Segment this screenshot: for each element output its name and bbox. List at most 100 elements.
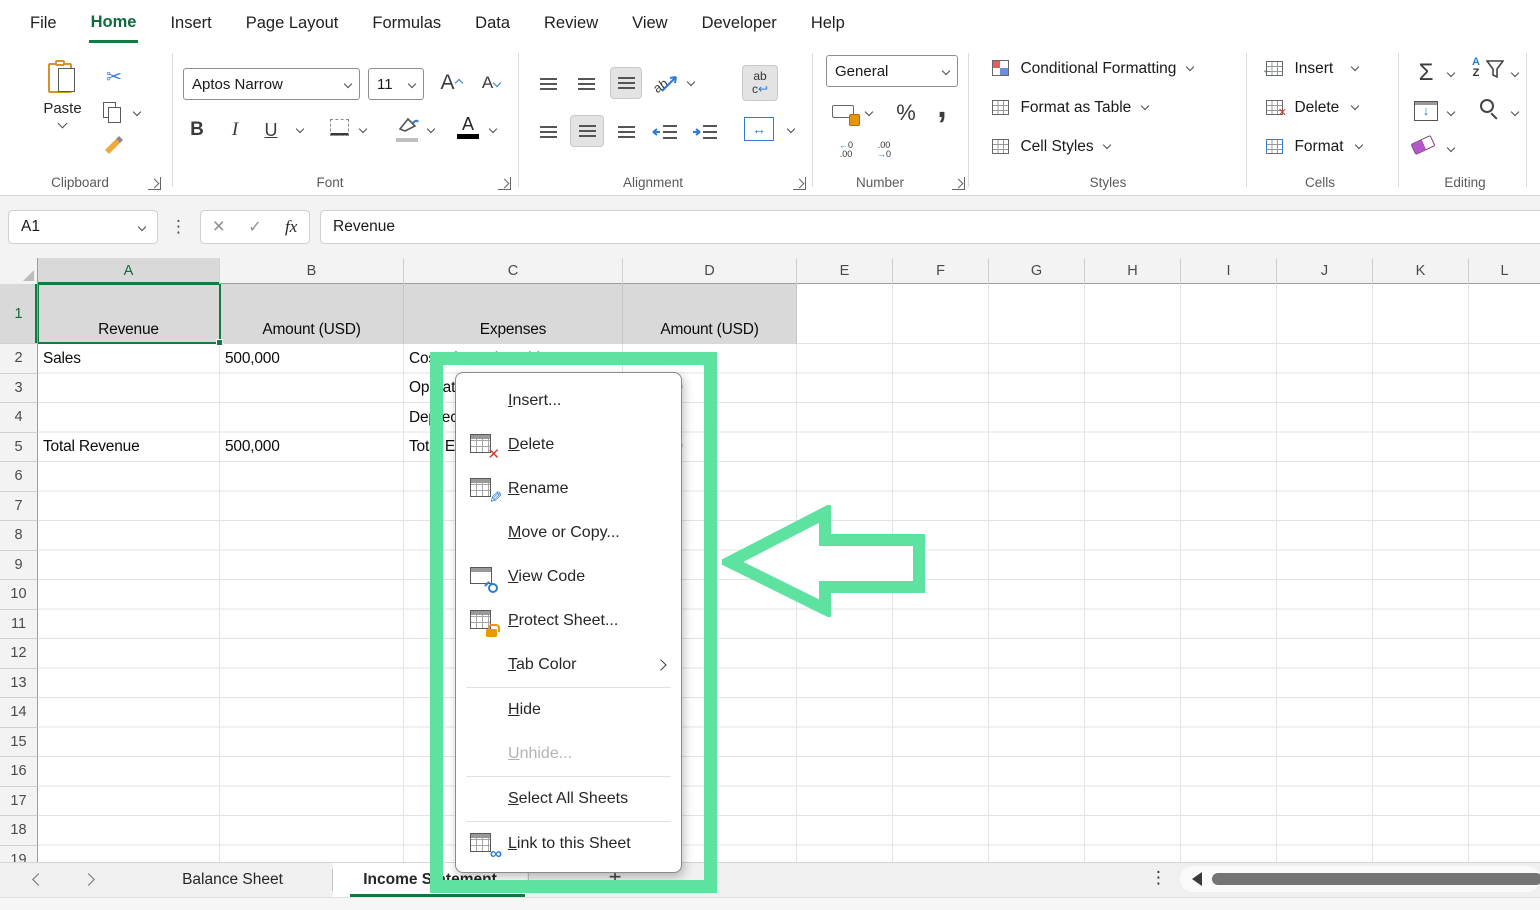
clipboard-dialog-launcher[interactable]: [148, 177, 161, 190]
font-dialog-launcher[interactable]: [498, 177, 511, 190]
row-header-2[interactable]: 2: [0, 344, 38, 374]
alignment-dialog-launcher[interactable]: [793, 177, 806, 190]
percent-style-icon[interactable]: %: [892, 99, 920, 127]
tab-home[interactable]: Home: [89, 3, 139, 43]
menu-item-view-code[interactable]: View Code: [456, 555, 681, 599]
bottom-align-icon[interactable]: [610, 67, 642, 99]
tab-view[interactable]: View: [630, 4, 669, 41]
format-as-table-button[interactable]: Format as Table: [992, 99, 1148, 120]
row-header-6[interactable]: 6: [0, 462, 38, 492]
tab-file[interactable]: File: [28, 4, 59, 41]
enter-icon[interactable]: ✓: [248, 217, 261, 237]
clear-dropdown[interactable]: [1447, 144, 1455, 152]
orientation-icon[interactable]: ab: [652, 69, 682, 97]
increase-decimal-icon[interactable]: ←←00.00: [832, 141, 860, 159]
fill-color-dropdown[interactable]: [427, 125, 435, 133]
scroll-left-icon[interactable]: [1192, 872, 1202, 886]
top-align-icon[interactable]: [534, 71, 562, 97]
decrease-indent-icon[interactable]: [650, 119, 680, 145]
cancel-icon[interactable]: ×: [213, 217, 225, 237]
prev-sheet-icon[interactable]: [32, 873, 45, 886]
paste-dropdown[interactable]: [58, 119, 68, 129]
align-right-icon[interactable]: [612, 119, 640, 145]
next-sheet-icon[interactable]: [82, 873, 95, 886]
row-header-4[interactable]: 4: [0, 403, 38, 433]
format-cells-button[interactable]: Format: [1266, 138, 1362, 156]
sheet-tab-balance-sheet[interactable]: Balance Sheet: [135, 863, 330, 897]
tab-page-layout[interactable]: Page Layout: [244, 4, 341, 41]
row-header-17[interactable]: 17: [0, 787, 38, 817]
borders-dropdown[interactable]: [359, 125, 367, 133]
fill-dropdown[interactable]: [1447, 108, 1455, 116]
cell-A2[interactable]: Sales: [38, 344, 220, 374]
find-select-dropdown[interactable]: [1511, 108, 1519, 116]
menu-item-delete[interactable]: ✕ Delete: [456, 423, 681, 467]
tab-data[interactable]: Data: [473, 4, 512, 41]
horizontal-scrollbar[interactable]: [1180, 866, 1540, 892]
name-box[interactable]: A1: [8, 210, 158, 244]
align-left-icon[interactable]: [534, 119, 562, 145]
fill-color-icon[interactable]: [396, 117, 420, 139]
center-icon[interactable]: [570, 115, 604, 147]
cell-D1[interactable]: Amount (USD): [623, 284, 797, 344]
column-header-G[interactable]: G: [989, 258, 1085, 284]
decrease-decimal-icon[interactable]: .00→0: [870, 141, 898, 159]
autosum-icon[interactable]: Σ: [1412, 59, 1440, 87]
formula-input[interactable]: Revenue: [320, 210, 1540, 244]
underline-dropdown[interactable]: [296, 125, 304, 133]
menu-item-hide[interactable]: Hide: [456, 688, 681, 732]
italic-button[interactable]: I: [223, 117, 247, 143]
row-header-15[interactable]: 15: [0, 728, 38, 758]
menu-item-select-all-sheets[interactable]: Select All Sheets: [456, 777, 681, 821]
column-header-D[interactable]: D: [623, 258, 797, 284]
tab-insert[interactable]: Insert: [168, 4, 213, 41]
cell-D2[interactable]: 200,000: [623, 344, 797, 374]
font-color-icon[interactable]: A: [456, 115, 480, 139]
insert-cells-button[interactable]: ← Insert: [1266, 60, 1358, 78]
middle-align-icon[interactable]: [572, 71, 600, 97]
cell-A5[interactable]: Total Revenue: [38, 433, 220, 463]
paste-button[interactable]: Paste: [35, 60, 90, 135]
row-header-10[interactable]: 10: [0, 580, 38, 610]
number-format-combo[interactable]: General: [826, 55, 958, 87]
column-header-J[interactable]: J: [1277, 258, 1373, 284]
increase-indent-icon[interactable]: [690, 119, 720, 145]
row-header-16[interactable]: 16: [0, 757, 38, 787]
font-name-combo[interactable]: Aptos Narrow: [183, 68, 360, 100]
font-size-combo[interactable]: 11: [368, 68, 424, 100]
column-header-I[interactable]: I: [1181, 258, 1277, 284]
row-header-14[interactable]: 14: [0, 698, 38, 728]
merge-center-dropdown[interactable]: [787, 125, 795, 133]
delete-cells-button[interactable]: ✕ Delete: [1266, 99, 1358, 117]
increase-font-icon[interactable]: A: [436, 69, 466, 97]
tab-developer[interactable]: Developer: [700, 4, 779, 41]
cell-B1[interactable]: Amount (USD): [220, 284, 404, 344]
column-header-H[interactable]: H: [1085, 258, 1181, 284]
row-header-11[interactable]: 11: [0, 610, 38, 640]
cell-styles-button[interactable]: Cell Styles: [992, 138, 1110, 159]
decrease-font-icon[interactable]: A: [476, 69, 506, 97]
fill-down-icon[interactable]: ↓: [1414, 101, 1438, 121]
row-header-12[interactable]: 12: [0, 639, 38, 669]
conditional-formatting-button[interactable]: Conditional Formatting: [992, 60, 1193, 81]
tab-formulas[interactable]: Formulas: [370, 4, 443, 41]
menu-item-insert[interactable]: Insert...: [456, 379, 681, 423]
row-header-19[interactable]: 19: [0, 846, 38, 863]
merge-center-icon[interactable]: ↔: [744, 117, 774, 141]
menu-item-move-or-copy[interactable]: Move or Copy...: [456, 511, 681, 555]
format-painter-icon[interactable]: [100, 135, 128, 159]
cell-B5[interactable]: 500,000: [220, 433, 404, 463]
column-header-L[interactable]: L: [1469, 258, 1540, 284]
tab-review[interactable]: Review: [542, 4, 600, 41]
autosum-dropdown[interactable]: [1447, 69, 1455, 77]
column-header-C[interactable]: C: [404, 258, 623, 284]
copy-dropdown[interactable]: [133, 108, 141, 116]
scrollbar-thumb[interactable]: [1212, 873, 1540, 885]
row-header-18[interactable]: 18: [0, 816, 38, 846]
borders-icon[interactable]: [330, 119, 349, 136]
select-all-corner[interactable]: [0, 258, 38, 284]
row-header-9[interactable]: 9: [0, 551, 38, 581]
cell-C1[interactable]: Expenses: [404, 284, 623, 344]
menu-item-protect-sheet[interactable]: Protect Sheet...: [456, 599, 681, 643]
tabbar-options-dots[interactable]: ⋮: [1150, 868, 1168, 888]
